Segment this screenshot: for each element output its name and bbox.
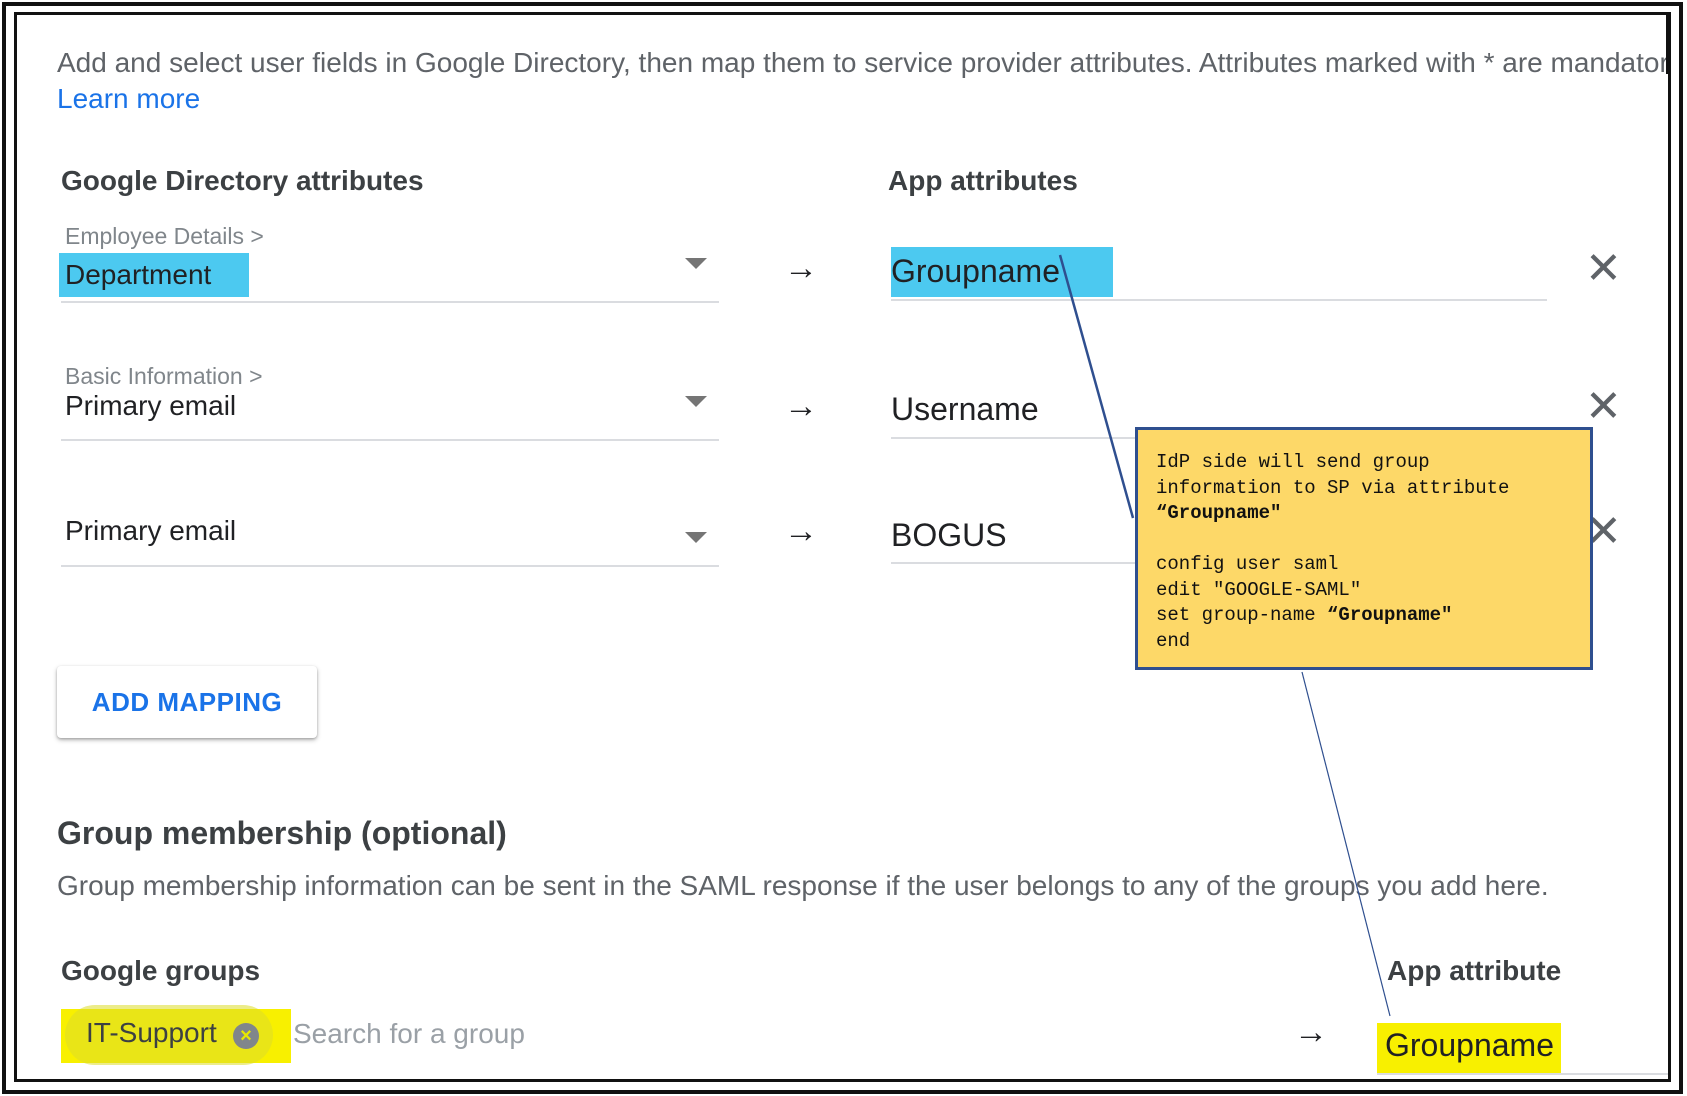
connector-line <box>1058 254 1135 519</box>
callout-line-bold: “Groupname" <box>1327 604 1453 626</box>
callout-line: “Groupname" <box>1156 502 1282 524</box>
callout-line: set group-name <box>1156 604 1328 626</box>
callout-line: end <box>1156 629 1191 652</box>
callout-line: information to SP via attribute <box>1156 476 1510 499</box>
callout-line: config user saml <box>1156 553 1339 575</box>
callout-line: edit "GOOGLE-SAML" <box>1156 578 1362 601</box>
callout-note: IdP side will send group information to … <box>1135 427 1593 670</box>
callout-line: IdP side will send group <box>1156 451 1430 473</box>
connector-line <box>1301 671 1391 1017</box>
